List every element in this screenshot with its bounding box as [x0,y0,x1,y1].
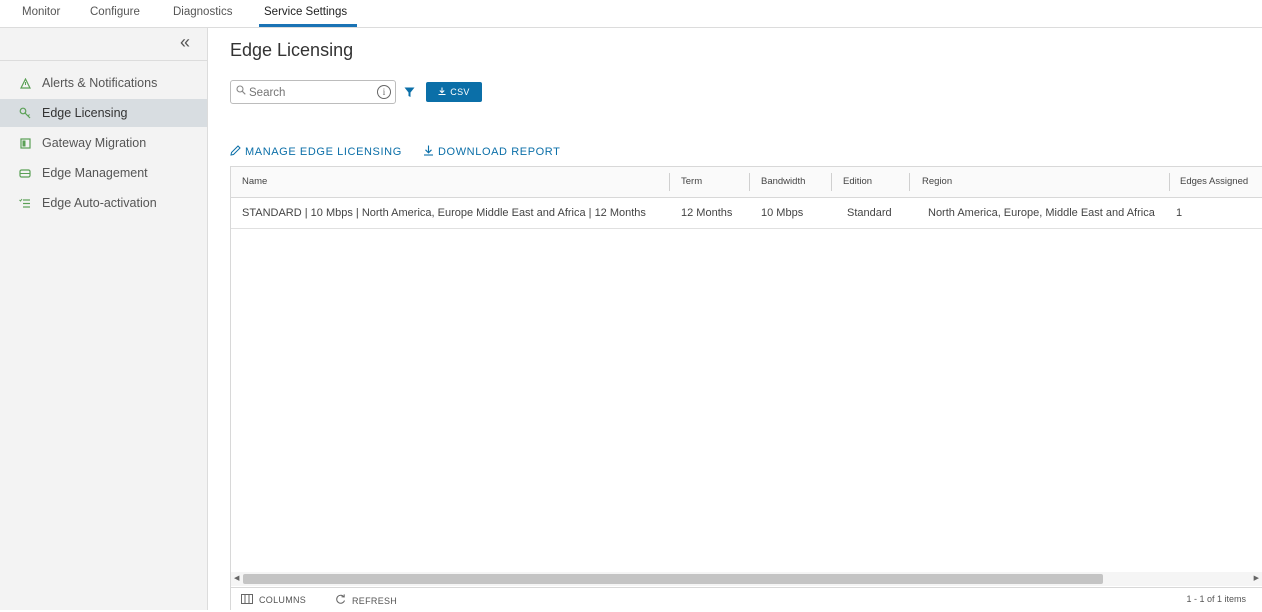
column-header-region[interactable]: Region [922,176,952,187]
column-separator[interactable] [669,173,670,191]
column-header-edition[interactable]: Edition [843,176,872,187]
sidebar-item-label: Edge Licensing [42,106,128,120]
columns-icon [241,594,253,606]
download-report-label: DOWNLOAD REPORT [438,146,561,158]
refresh-label: REFRESH [352,595,398,606]
top-nav: Monitor Configure Diagnostics Service Se… [0,0,1262,28]
refresh-button[interactable]: REFRESH [335,594,397,607]
csv-label: CSV [450,87,470,97]
scroll-right-arrow-icon[interactable]: ▶ [1254,574,1259,582]
column-header-name[interactable]: Name [242,176,267,187]
sidebar-item-edge-management[interactable]: Edge Management [0,159,207,187]
sidebar: « Alerts & Notifications Edge Licensing … [0,28,208,610]
scrollbar-thumb[interactable] [243,574,1103,584]
sidebar-item-alerts[interactable]: Alerts & Notifications [0,69,207,97]
cell-edges-assigned: 1 [1176,207,1183,219]
tab-service-settings[interactable]: Service Settings [264,6,347,18]
column-separator[interactable] [909,173,910,191]
sidebar-item-label: Alerts & Notifications [42,76,158,90]
column-separator[interactable] [749,173,750,191]
cell-region: North America, Europe, Middle East and A… [928,207,1155,219]
manage-edge-licensing-label: MANAGE EDGE LICENSING [245,146,402,158]
filter-icon[interactable] [404,85,415,103]
cell-bandwidth: 10 Mbps [761,207,804,219]
page-title: Edge Licensing [230,40,354,60]
active-tab-underline [259,24,357,27]
refresh-icon [335,594,346,607]
sidebar-item-label: Gateway Migration [42,136,147,150]
edge-device-icon [18,166,32,180]
tab-configure[interactable]: Configure [90,6,140,18]
sidebar-item-gateway-migration[interactable]: Gateway Migration [0,129,207,157]
search-input[interactable] [247,84,371,102]
grid-header: Name Term Bandwidth Edition Region Edges… [231,167,1262,198]
column-separator[interactable] [1169,173,1170,191]
licenses-datagrid: Name Term Bandwidth Edition Region Edges… [230,166,1262,612]
collapse-sidebar-icon[interactable]: « [180,32,190,53]
grid-footer: COLUMNS REFRESH 1 - 1 of 1 items [231,587,1262,612]
table-row[interactable]: STANDARD | 10 Mbps | North America, Euro… [231,198,1262,229]
column-separator[interactable] [831,173,832,191]
sidebar-item-edge-auto-activation[interactable]: Edge Auto-activation [0,189,207,217]
tab-monitor[interactable]: Monitor [22,6,60,18]
migration-icon [18,136,32,150]
info-icon[interactable]: i [377,85,391,99]
cell-edition: Standard [847,207,892,219]
sidebar-item-edge-licensing[interactable]: Edge Licensing [0,99,207,127]
download-icon [423,145,434,159]
column-header-term[interactable]: Term [681,176,702,187]
key-icon [18,106,32,120]
cell-name: STANDARD | 10 Mbps | North America, Euro… [242,207,646,219]
pencil-icon [230,145,241,159]
cell-term: 12 Months [681,207,733,219]
column-header-edges-assigned[interactable]: Edges Assigned [1180,176,1248,187]
column-header-bandwidth[interactable]: Bandwidth [761,176,805,187]
sidebar-item-label: Edge Management [42,166,148,180]
download-report-link[interactable]: DOWNLOAD REPORT [423,145,560,159]
tab-diagnostics[interactable]: Diagnostics [173,6,232,18]
search-icon [236,85,246,98]
manage-edge-licensing-link[interactable]: MANAGE EDGE LICENSING [230,145,402,159]
list-check-icon [18,196,32,210]
pagination-count: 1 - 1 of 1 items [1186,594,1246,604]
download-icon [438,87,446,97]
search-box[interactable]: i [230,80,396,104]
scroll-left-arrow-icon[interactable]: ◀ [234,574,239,582]
warning-triangle-icon [18,76,32,90]
csv-export-button[interactable]: CSV [426,82,482,102]
columns-button[interactable]: COLUMNS [241,594,306,606]
columns-label: COLUMNS [259,595,307,605]
sidebar-item-label: Edge Auto-activation [42,196,157,210]
horizontal-scrollbar[interactable]: ◀ ▶ [231,572,1262,586]
sidebar-divider [0,60,207,61]
